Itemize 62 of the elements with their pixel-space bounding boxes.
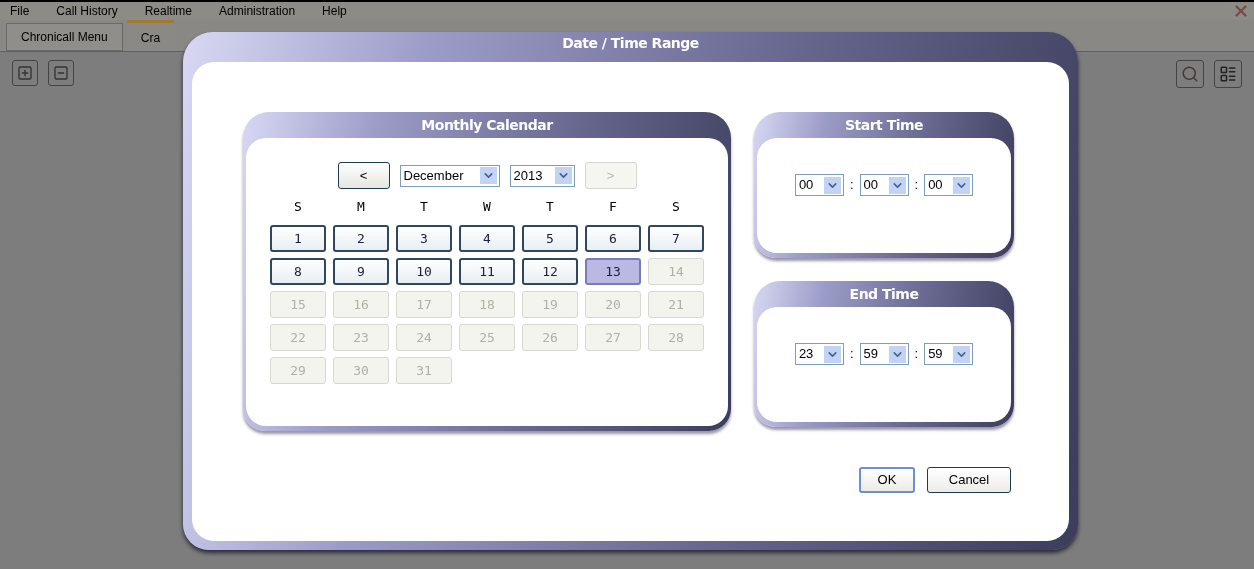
- day-button[interactable]: 10: [396, 258, 452, 285]
- chevron-down-icon: [554, 167, 572, 184]
- day-button[interactable]: 13: [585, 258, 641, 285]
- weekday-label: S: [671, 198, 681, 216]
- time-separator: :: [914, 345, 919, 364]
- chevron-down-icon: [953, 345, 971, 363]
- panel-title: Monthly Calendar: [420, 116, 554, 135]
- tab[interactable]: Chronicall Menu: [6, 23, 123, 51]
- chevron-down-icon: [479, 167, 497, 184]
- day-button[interactable]: 12: [522, 258, 578, 285]
- plus-square-icon: [17, 65, 33, 81]
- chevron-down-icon: [823, 345, 841, 363]
- weekday-label: F: [608, 198, 618, 216]
- day-button[interactable]: 1: [270, 225, 326, 252]
- day-button[interactable]: 5: [522, 225, 578, 252]
- menu-item[interactable]: Administration: [219, 2, 296, 20]
- time-separator: :: [914, 176, 919, 195]
- dropdown[interactable]: 59: [859, 343, 909, 365]
- dialog-title: Date / Time Range: [561, 34, 700, 53]
- search-button[interactable]: [1176, 60, 1204, 88]
- day-button[interactable]: 2: [333, 225, 389, 252]
- dropdown[interactable]: 00: [794, 174, 844, 196]
- search-icon: [1181, 65, 1199, 83]
- close-icon[interactable]: [1232, 2, 1250, 20]
- weekday-label: M: [356, 198, 366, 216]
- previous-month-button[interactable]: <: [337, 162, 390, 189]
- dialog-button[interactable]: Cancel: [927, 467, 1011, 493]
- menu-item[interactable]: Help: [322, 2, 347, 20]
- list-button[interactable]: [1214, 60, 1242, 88]
- weekday-label: T: [419, 198, 429, 216]
- menu-item[interactable]: Realtime: [144, 2, 193, 20]
- day-button[interactable]: 8: [270, 258, 326, 285]
- list-icon: [1219, 65, 1237, 83]
- chevron-down-icon: [888, 176, 906, 194]
- minus-square-icon: [53, 65, 69, 81]
- weekday-label: S: [293, 198, 303, 216]
- chevron-down-icon: [953, 176, 971, 194]
- day-button[interactable]: 6: [585, 225, 641, 252]
- time-separator: :: [849, 345, 854, 364]
- day-button[interactable]: 9: [333, 258, 389, 285]
- dropdown[interactable]: 59: [924, 343, 974, 365]
- day-button[interactable]: 3: [396, 225, 452, 252]
- chevron-down-icon: [888, 345, 906, 363]
- dropdown[interactable]: December: [399, 164, 500, 187]
- weekday-label: W: [482, 198, 492, 216]
- dropdown[interactable]: 00: [924, 174, 974, 196]
- expand-button[interactable]: [12, 60, 38, 86]
- dropdown[interactable]: 00: [859, 174, 909, 196]
- day-button[interactable]: 7: [648, 225, 704, 252]
- panel-title: Start Time: [843, 116, 925, 135]
- time-separator: :: [849, 176, 854, 195]
- chevron-down-icon: [823, 176, 841, 194]
- day-button[interactable]: 4: [459, 225, 515, 252]
- dropdown[interactable]: 23: [794, 343, 844, 365]
- menu-item[interactable]: Call History: [56, 2, 118, 20]
- dialog-button[interactable]: OK: [859, 467, 915, 493]
- collapse-button[interactable]: [48, 60, 74, 86]
- dropdown[interactable]: 2013: [509, 164, 575, 187]
- menu-item[interactable]: File: [10, 2, 30, 20]
- panel-title: End Time: [848, 285, 920, 304]
- weekday-label: T: [545, 198, 555, 216]
- day-button[interactable]: 11: [459, 258, 515, 285]
